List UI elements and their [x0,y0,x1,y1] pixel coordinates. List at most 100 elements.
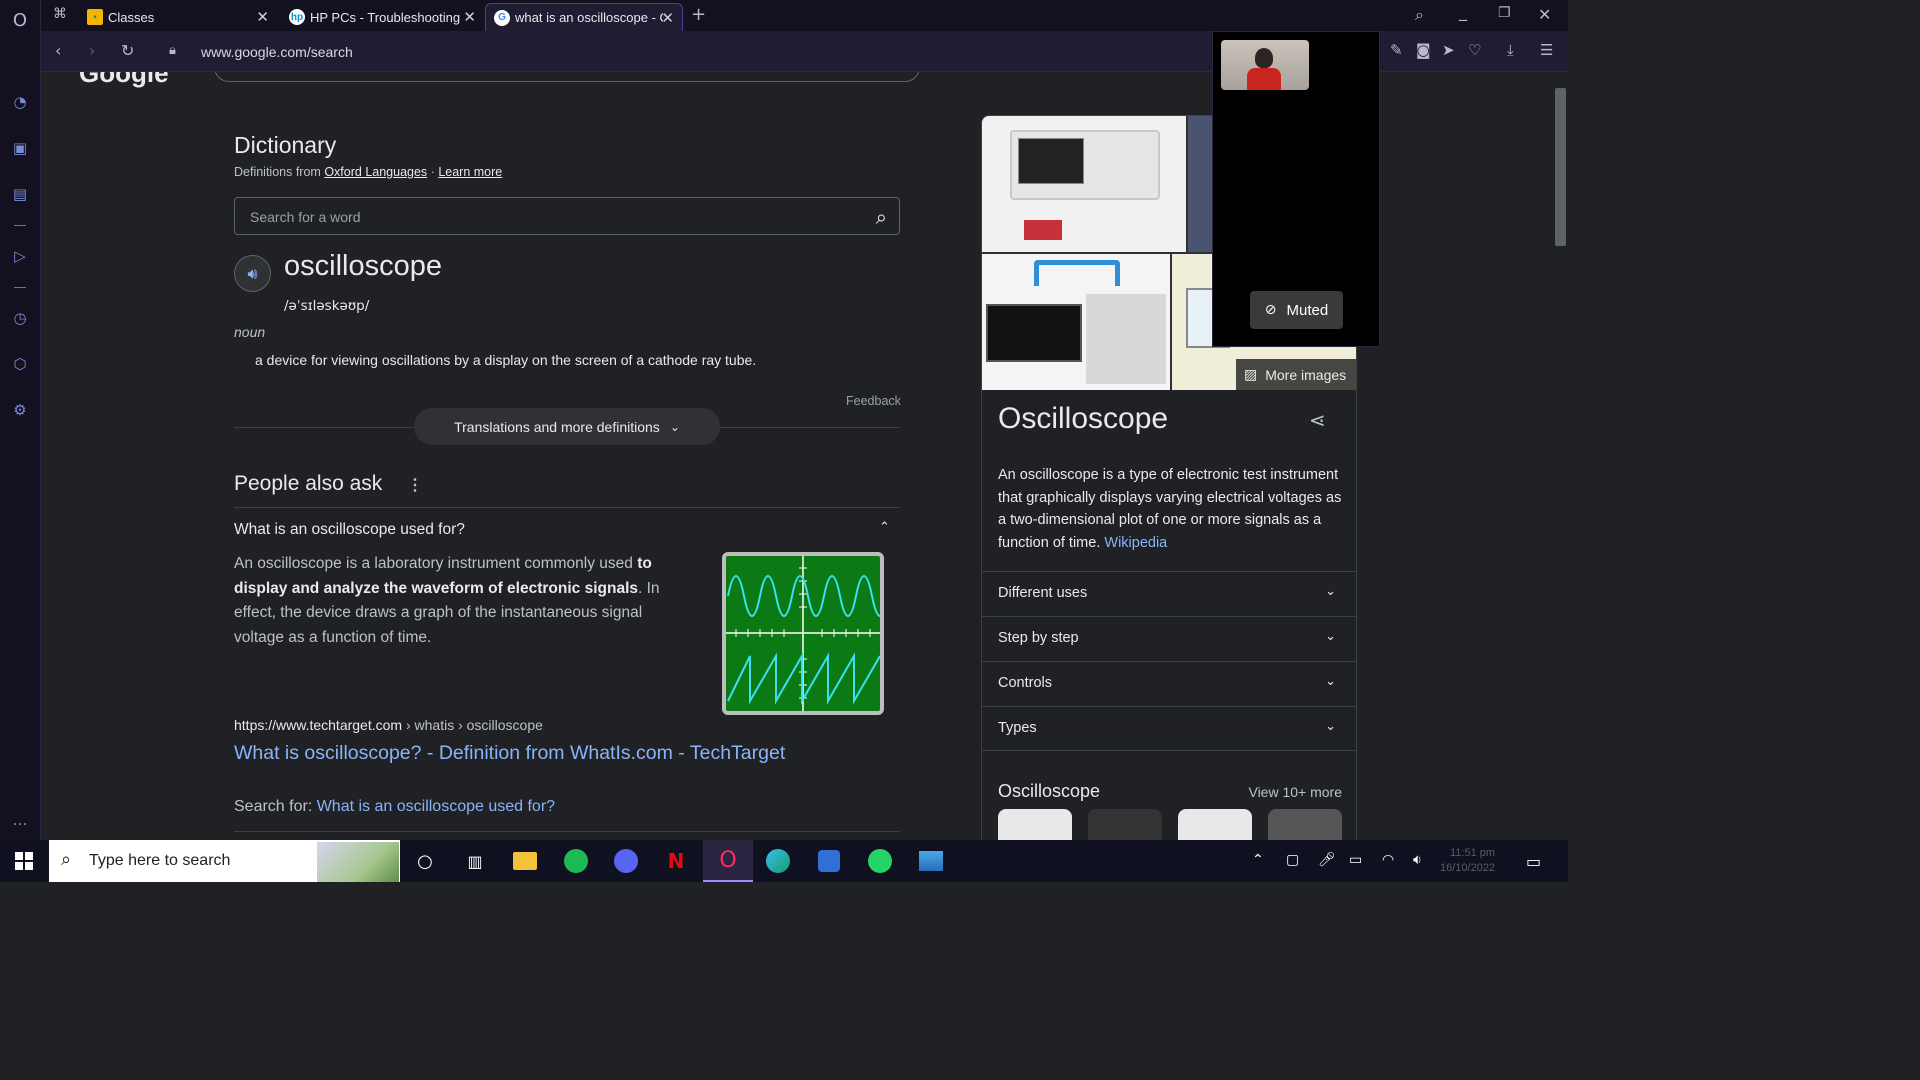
pronunciation-speaker-icon[interactable]: 🔊︎ [234,255,271,292]
search-for-label: Search for: [234,798,317,815]
new-tab-icon[interactable]: + [691,4,706,25]
camera-icon[interactable]: ◙ [1416,41,1431,59]
more-options-icon[interactable]: ⋮ [407,475,423,495]
word-search-placeholder: Search for a word [250,209,361,225]
word-search-input[interactable]: Search for a word ⌕ [234,197,900,235]
show-hidden-icons-chevron[interactable]: ⌃ [1252,852,1264,868]
cortana-icon[interactable]: ○ [400,840,450,882]
feedback-link[interactable]: Feedback [846,394,901,408]
search-tabs-icon[interactable]: ⌕ [1415,5,1424,25]
url-field[interactable]: www.google.com/search [201,44,353,60]
app-icon[interactable] [804,840,854,882]
opera-logo-icon[interactable]: O [10,10,30,31]
tab-title: what is an oscilloscope - Go [515,10,663,25]
oscilloscope-photo-1[interactable] [982,116,1186,252]
share-icon[interactable]: ⋖ [1309,408,1326,432]
speed-dial-icon[interactable]: ◔ [10,92,30,112]
workspace-icon[interactable]: ▣ [10,138,30,158]
opera-sidebar: O ◔ ▣ ▤ ▷ ◷ ⬡ ⚙ … [0,0,41,840]
whatsapp-icon[interactable] [855,840,905,882]
muted-button[interactable]: ⊘ Muted [1250,291,1343,329]
scrollbar-thumb[interactable] [1555,88,1566,246]
kp-row-controls[interactable]: Controls ⌄ [982,661,1356,706]
video-call-overlay[interactable]: ⊘ Muted [1212,31,1380,347]
reload-icon[interactable]: ↻ [121,41,134,60]
back-icon[interactable]: ‹ [55,41,61,60]
download-icon[interactable]: ⤓ [1507,41,1514,59]
oscilloscope-waveform-image[interactable] [722,552,884,715]
divider [234,507,900,508]
scope-controls [1086,294,1166,384]
result-title-link[interactable]: What is oscilloscope? - Definition from … [234,742,785,765]
chevron-up-icon[interactable]: ⌃ [879,520,890,535]
spotify-icon[interactable] [551,840,601,882]
wikipedia-link[interactable]: Wikipedia [1104,535,1167,551]
related-thumbnail[interactable] [1088,809,1162,840]
kp-row-different-uses[interactable]: Different uses ⌄ [982,571,1356,616]
volume-icon[interactable]: 🔉︎ [1413,852,1422,868]
search-highlight-illustration [317,842,399,882]
send-icon[interactable]: ➤ [1442,41,1455,59]
extensions-icon[interactable]: ⬡ [10,354,30,374]
translations-button[interactable]: Translations and more definitions ⌄ [414,408,720,445]
close-tab-icon[interactable]: ✕ [661,9,674,27]
search-icon[interactable]: ⌕ [876,205,887,229]
forward-icon[interactable]: › [89,41,95,60]
tab-hp[interactable]: hp HP PCs - Troubleshooting V ✕ [281,3,484,31]
opera-gx-icon[interactable]: O [703,840,753,882]
windows-start-icon[interactable] [15,852,33,870]
related-thumbnail[interactable] [1268,809,1342,840]
oxford-link[interactable]: Oxford Languages [324,165,427,179]
discord-icon[interactable] [601,840,651,882]
close-tab-icon[interactable]: ✕ [463,8,476,26]
file-explorer-icon[interactable] [500,840,550,882]
tab-title: Classes [108,9,155,25]
edge-icon[interactable] [753,840,803,882]
related-thumbnail[interactable] [998,809,1072,840]
twitch-icon[interactable]: ▤ [10,184,30,204]
result-source-url: https://www.techtarget.com › whatis › os… [234,717,543,733]
close-window-icon[interactable]: ✕ [1538,5,1551,24]
kp-row-step-by-step[interactable]: Step by step ⌄ [982,616,1356,661]
more-icon[interactable]: … [10,810,30,830]
paa-question[interactable]: What is an oscilloscope used for? [234,521,465,539]
gamepad-icon[interactable]: ⌘ [53,6,67,22]
player-icon[interactable]: ▷ [10,246,30,266]
battery-icon[interactable]: ▭ [1349,852,1362,868]
webcam-thumbnail [1221,40,1309,90]
system-clock[interactable]: 11:51 pm 16/10/2022 [1440,846,1495,876]
meet-now-icon[interactable]: ▢ [1286,852,1299,868]
more-images-button[interactable]: ▨ More images [1236,359,1356,390]
task-view-icon[interactable]: ▥ [450,840,500,882]
minimize-icon[interactable]: _ [1459,2,1467,21]
snapshot-edit-icon[interactable]: ✎ [1390,41,1403,59]
photos-icon[interactable] [906,840,956,882]
learn-more-link[interactable]: Learn more [438,165,502,179]
google-logo[interactable]: Google [79,72,169,89]
scope-probe-board [1024,220,1062,240]
tab-google[interactable]: G what is an oscilloscope - Go ✕ [485,3,683,31]
search-for-link[interactable]: What is an oscilloscope used for? [317,798,555,815]
netflix-icon[interactable]: N [651,840,701,882]
tab-title: HP PCs - Troubleshooting V [310,9,460,25]
microphone-icon[interactable]: 🎤︎ [1318,852,1336,868]
easy-setup-icon[interactable]: ☰ [1540,41,1553,59]
scope-screen [986,304,1082,362]
tab-classes[interactable]: ▪ Classes ✕ [79,3,277,31]
taskbar-search-box[interactable]: ⌕ Type here to search [49,840,400,882]
heart-icon[interactable]: ♡ [1468,41,1481,59]
part-of-speech: noun [234,324,266,340]
related-thumbnail[interactable] [1178,809,1252,840]
restore-icon[interactable]: ❐ [1498,5,1511,21]
notifications-icon[interactable]: ▭ [1526,852,1541,871]
wifi-icon[interactable]: ◠ [1382,852,1394,868]
settings-icon[interactable]: ⚙ [10,400,30,420]
google-search-box[interactable] [214,72,920,82]
oscilloscope-photo-3[interactable] [982,254,1170,390]
kp-row-types[interactable]: Types ⌄ [982,706,1356,751]
history-icon[interactable]: ◷ [10,308,30,328]
view-more-link[interactable]: View 10+ more [1248,784,1342,800]
dictionary-title: Dictionary [234,132,337,158]
app-logo [818,850,840,872]
close-tab-icon[interactable]: ✕ [256,8,269,26]
